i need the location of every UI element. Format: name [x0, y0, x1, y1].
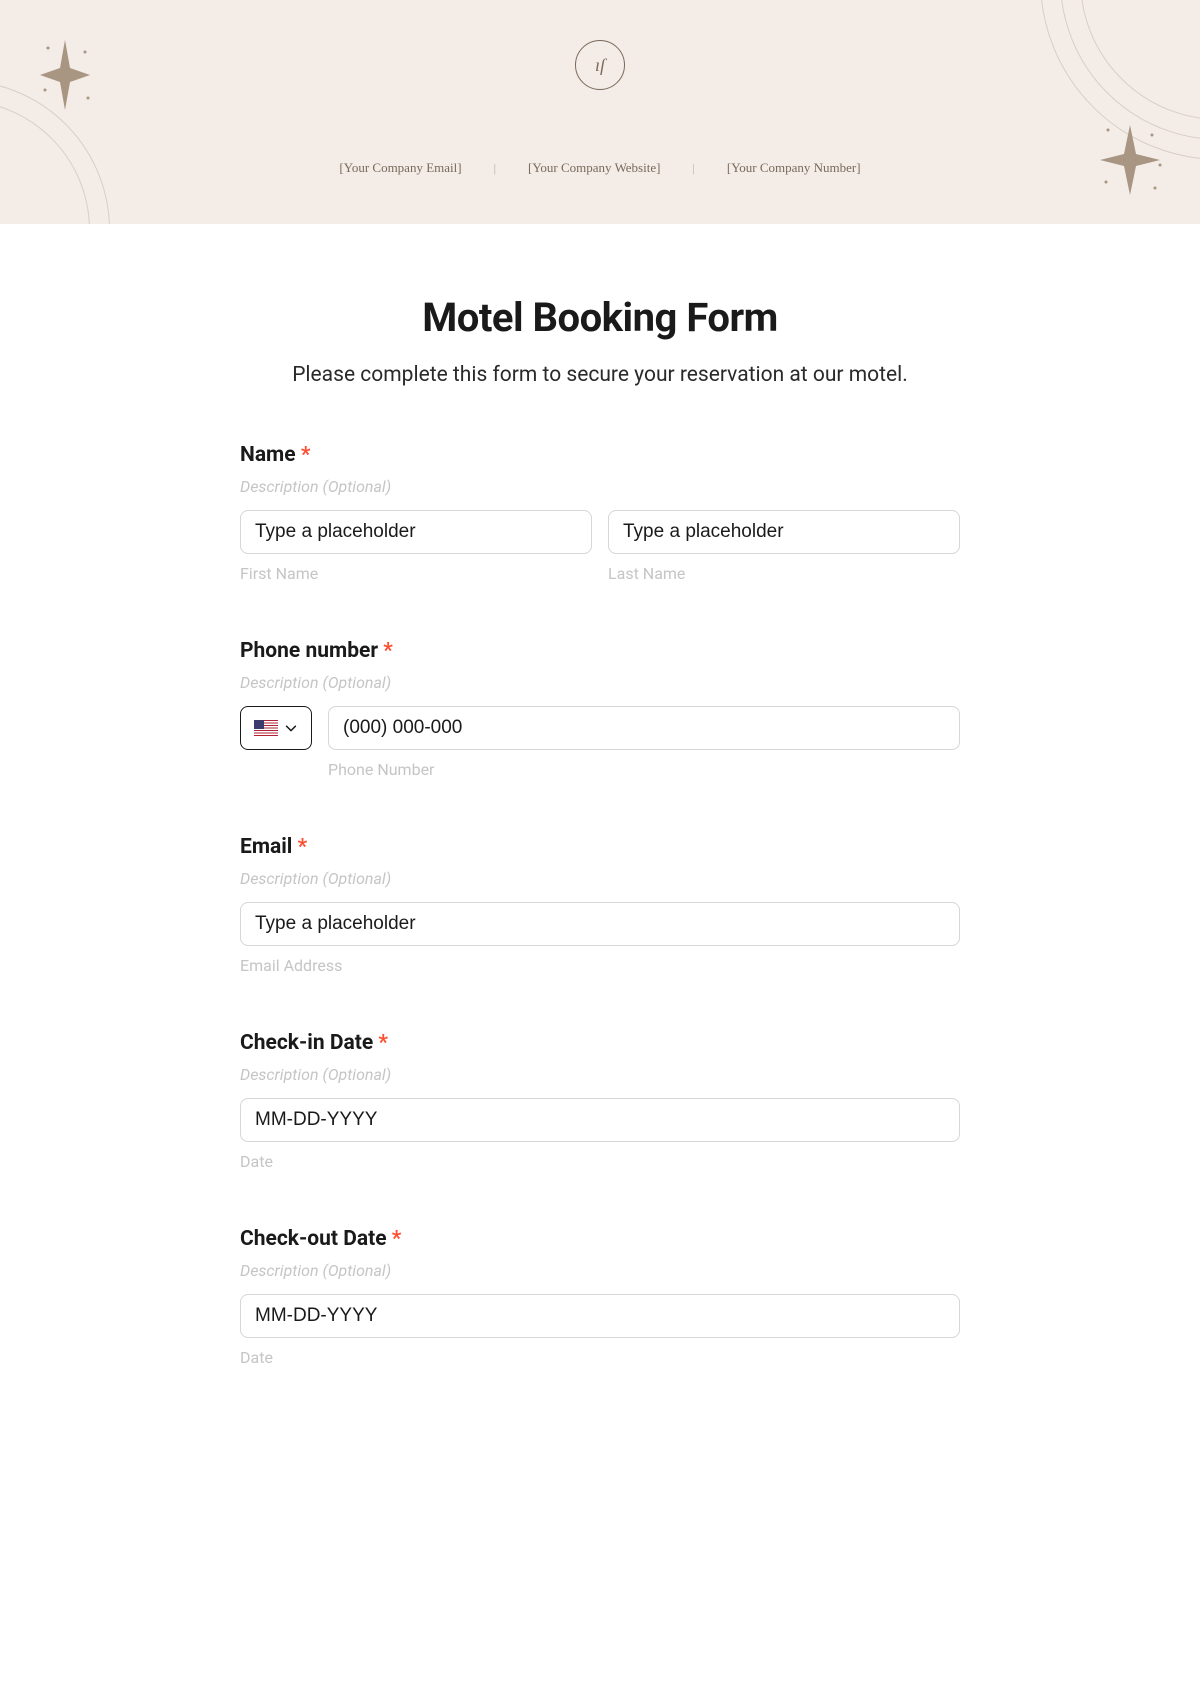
sparkle-icon [1090, 110, 1170, 210]
required-marker: * [383, 639, 393, 663]
field-description: Description (Optional) [240, 869, 960, 888]
separator: | [692, 161, 694, 176]
checkout-sublabel: Date [240, 1348, 960, 1367]
company-logo: ıſ [575, 40, 625, 90]
chevron-down-icon [284, 721, 298, 735]
first-name-input[interactable] [240, 510, 592, 554]
separator: | [494, 161, 496, 176]
required-marker: * [378, 1031, 388, 1055]
checkout-field-group: Check-out Date * Description (Optional) … [240, 1227, 960, 1367]
field-description: Description (Optional) [240, 1261, 960, 1280]
email-field-group: Email * Description (Optional) Email Add… [240, 835, 960, 975]
checkin-sublabel: Date [240, 1152, 960, 1171]
checkin-field-group: Check-in Date * Description (Optional) D… [240, 1031, 960, 1171]
required-marker: * [298, 835, 308, 859]
page-subtitle: Please complete this form to secure your… [240, 363, 960, 387]
header-band: ıſ [Your Company Email] | [Your Company … [0, 0, 1200, 224]
company-phone: [Your Company Number] [727, 160, 861, 176]
field-description: Description (Optional) [240, 477, 960, 496]
company-website: [Your Company Website] [528, 160, 660, 176]
required-marker: * [301, 443, 311, 467]
phone-label: Phone number * [240, 639, 960, 663]
email-input[interactable] [240, 902, 960, 946]
name-label: Name * [240, 443, 960, 467]
checkin-label: Check-in Date * [240, 1031, 960, 1055]
field-description: Description (Optional) [240, 673, 960, 692]
checkin-date-input[interactable] [240, 1098, 960, 1142]
last-name-input[interactable] [608, 510, 960, 554]
form-container: Motel Booking Form Please complete this … [190, 224, 1010, 1463]
phone-input[interactable] [328, 706, 960, 750]
phone-field-group: Phone number * Description (Optional) Ph… [240, 639, 960, 779]
checkout-label: Check-out Date * [240, 1227, 960, 1251]
last-name-sublabel: Last Name [608, 564, 960, 583]
first-name-sublabel: First Name [240, 564, 592, 583]
email-sublabel: Email Address [240, 956, 960, 975]
country-code-select[interactable] [240, 706, 312, 750]
phone-sublabel: Phone Number [328, 760, 960, 779]
email-label: Email * [240, 835, 960, 859]
field-description: Description (Optional) [240, 1065, 960, 1084]
sparkle-icon [30, 30, 100, 120]
checkout-date-input[interactable] [240, 1294, 960, 1338]
us-flag-icon [254, 720, 278, 736]
page-title: Motel Booking Form [240, 294, 960, 341]
name-field-group: Name * Description (Optional) First Name… [240, 443, 960, 583]
company-email: [Your Company Email] [339, 160, 461, 176]
required-marker: * [392, 1227, 402, 1251]
